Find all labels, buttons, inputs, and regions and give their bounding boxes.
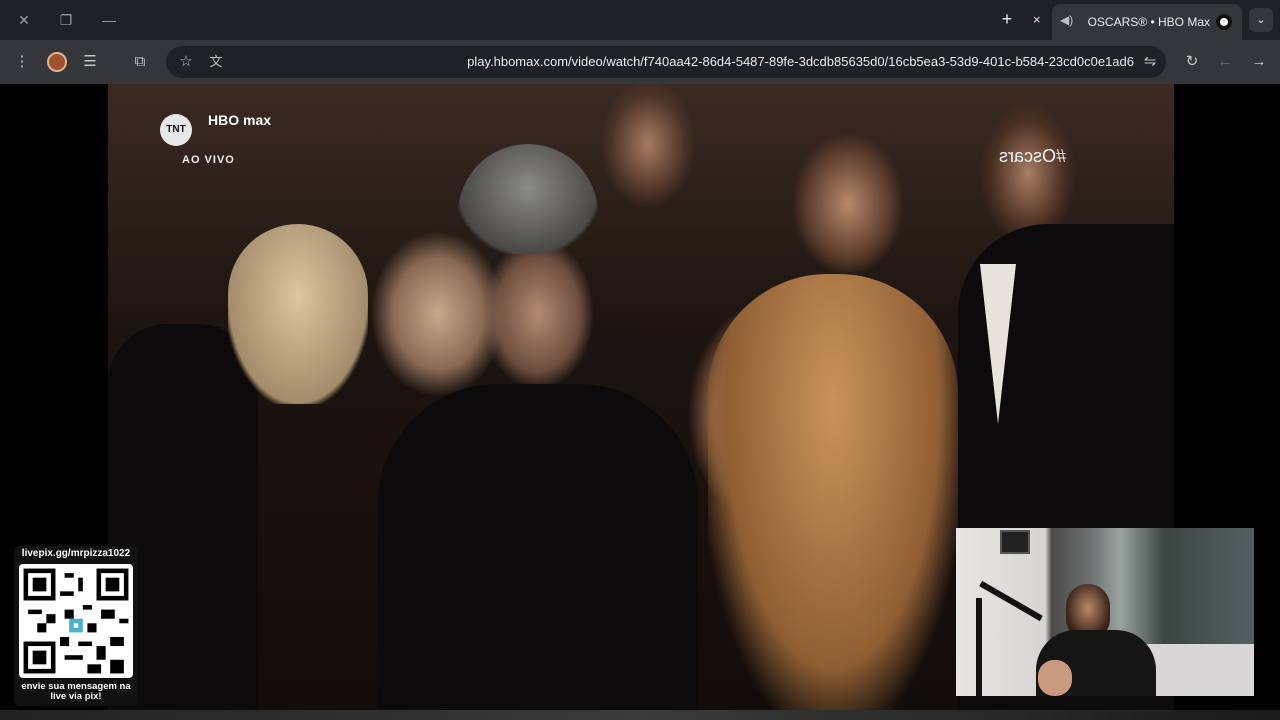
mic-stand	[976, 598, 982, 696]
live-label: AO VIVO	[182, 154, 235, 166]
blonde-woman-hair	[228, 224, 368, 404]
man-in-tuxedo	[378, 384, 698, 710]
tnt-logo: TNT	[160, 114, 192, 146]
qr-caption-line2: live via pix!	[50, 691, 102, 702]
woman-long-hair	[708, 274, 958, 710]
man-grey-hair	[458, 144, 598, 254]
qr-code	[19, 564, 133, 678]
bed	[1146, 644, 1254, 696]
tab-strip: ✕ ❐ — + × ◀) OSCARS® • HBO Max ⌄	[0, 0, 1280, 40]
new-tab-button[interactable]: +	[996, 8, 1018, 30]
qr-caption: envie sua mensagem na live via pix!	[14, 682, 138, 702]
minimize-window-icon[interactable]: —	[95, 6, 123, 34]
streamer-webcam	[956, 528, 1254, 696]
mic-arm	[979, 580, 1043, 622]
bottom-strip	[0, 710, 1280, 720]
bookmark-star-icon[interactable]: ☆	[176, 52, 196, 72]
url-text[interactable]: play.hbomax.com/video/watch/f740aa42-86d…	[467, 54, 1134, 69]
hbo-favicon	[1216, 14, 1232, 30]
restore-window-icon[interactable]: ❐	[52, 6, 80, 34]
extensions-icon[interactable]: ⧉	[130, 52, 150, 72]
back-icon[interactable]: ←	[1215, 52, 1235, 72]
site-settings-icon[interactable]: ⇋	[1140, 52, 1160, 72]
translate-icon[interactable]: 文	[206, 52, 226, 72]
hbo-max-logo: HBO max	[208, 112, 272, 128]
oscars-hashtag: #Oscars	[998, 146, 1066, 166]
streamer-person	[1036, 584, 1156, 696]
close-window-icon[interactable]: ✕	[10, 6, 38, 34]
page-content: TNT HBO max AO VIVO #Oscars livepix.gg/m…	[0, 84, 1280, 720]
address-bar[interactable]: ☆ 文 play.hbomax.com/video/watch/f740aa42…	[166, 46, 1166, 78]
forward-icon[interactable]: →	[1249, 52, 1269, 72]
wall-picture	[1000, 530, 1030, 554]
livepix-qr-overlay: livepix.gg/mrpizza1022 envie sua mensage…	[14, 546, 138, 706]
reload-icon[interactable]: ↻	[1182, 52, 1202, 72]
profile-avatar[interactable]	[47, 52, 67, 72]
tab-oscars[interactable]: ◀) OSCARS® • HBO Max	[1052, 4, 1242, 40]
tab-close-icon[interactable]: ×	[1033, 12, 1041, 27]
menu-icon[interactable]: ⋮	[12, 52, 32, 72]
reading-list-icon[interactable]: ☰	[80, 52, 100, 72]
qr-link-text: livepix.gg/mrpizza1022	[21, 548, 131, 559]
tab-search-icon[interactable]: ⌄	[1249, 8, 1273, 32]
tab-title: OSCARS® • HBO Max	[1087, 15, 1210, 29]
qr-code-graphic	[23, 568, 129, 674]
browser-toolbar: ⋮ ☰ ⧉ ☆ 文 play.hbomax.com/video/watch/f7…	[0, 40, 1280, 84]
audio-playing-icon[interactable]: ◀)	[1060, 13, 1073, 27]
